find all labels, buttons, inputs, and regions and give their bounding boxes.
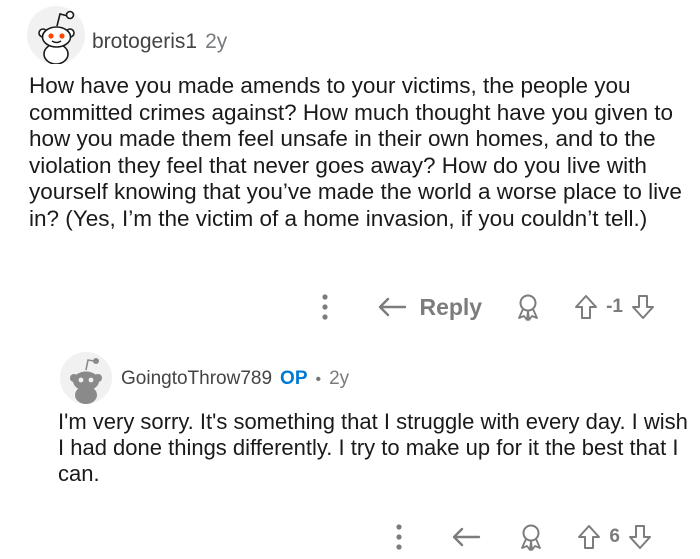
op-badge: OP [280, 368, 308, 389]
reply-button[interactable]: Reply [377, 294, 482, 321]
more-options-button[interactable] [313, 294, 337, 320]
comment-GoingtoThrow789: GoingtoThrow789 OP • 2y I'm very sorry. … [0, 340, 700, 559]
more-vertical-icon [322, 294, 329, 320]
reply-label: Reply [419, 293, 483, 320]
downvote-button[interactable] [631, 294, 655, 320]
more-options-button[interactable] [387, 524, 411, 550]
username-link[interactable]: brotogeris1 [92, 30, 197, 54]
award-icon [518, 294, 538, 321]
award-button[interactable] [514, 293, 542, 321]
comment-body: I'm very sorry. It's something that I st… [58, 409, 688, 486]
upvote-button[interactable] [577, 524, 601, 550]
vote-score: 6 [609, 526, 620, 547]
downvote-button[interactable] [628, 524, 652, 550]
more-vertical-icon [396, 524, 403, 550]
vote-controls: 6 [577, 524, 652, 550]
comment-brotogeris1: brotogeris1 2y How have you made amends … [0, 0, 700, 340]
snoo-avatar-icon [27, 6, 85, 65]
vote-controls: -1 [574, 294, 655, 320]
downvote-arrow-icon [629, 525, 651, 549]
comment-body: How have you made amends to your victims… [29, 73, 682, 231]
upvote-arrow-icon [578, 525, 601, 549]
reply-arrow-icon [379, 297, 407, 317]
comment-action-bar: Reply -1 [313, 285, 655, 329]
reply-arrow-icon [453, 527, 481, 547]
reply-button[interactable] [451, 526, 481, 548]
username-link[interactable]: GoingtoThrow789 [121, 368, 272, 390]
comment-age: 2y [329, 368, 350, 389]
vote-score: -1 [606, 296, 623, 317]
user-avatar[interactable] [27, 6, 85, 65]
comment-action-bar: 6 [387, 515, 652, 559]
award-button[interactable] [517, 523, 545, 551]
user-avatar[interactable] [60, 352, 112, 404]
comment-meta: brotogeris1 2y [92, 30, 227, 54]
meta-separator: • [315, 371, 322, 388]
downvote-arrow-icon [632, 295, 654, 319]
snoo-avatar-icon [60, 352, 112, 404]
award-icon [521, 524, 542, 551]
comment-age: 2y [205, 30, 228, 53]
comment-meta: GoingtoThrow789 OP • 2y [121, 368, 349, 390]
upvote-arrow-icon [575, 295, 598, 319]
upvote-button[interactable] [574, 294, 598, 320]
